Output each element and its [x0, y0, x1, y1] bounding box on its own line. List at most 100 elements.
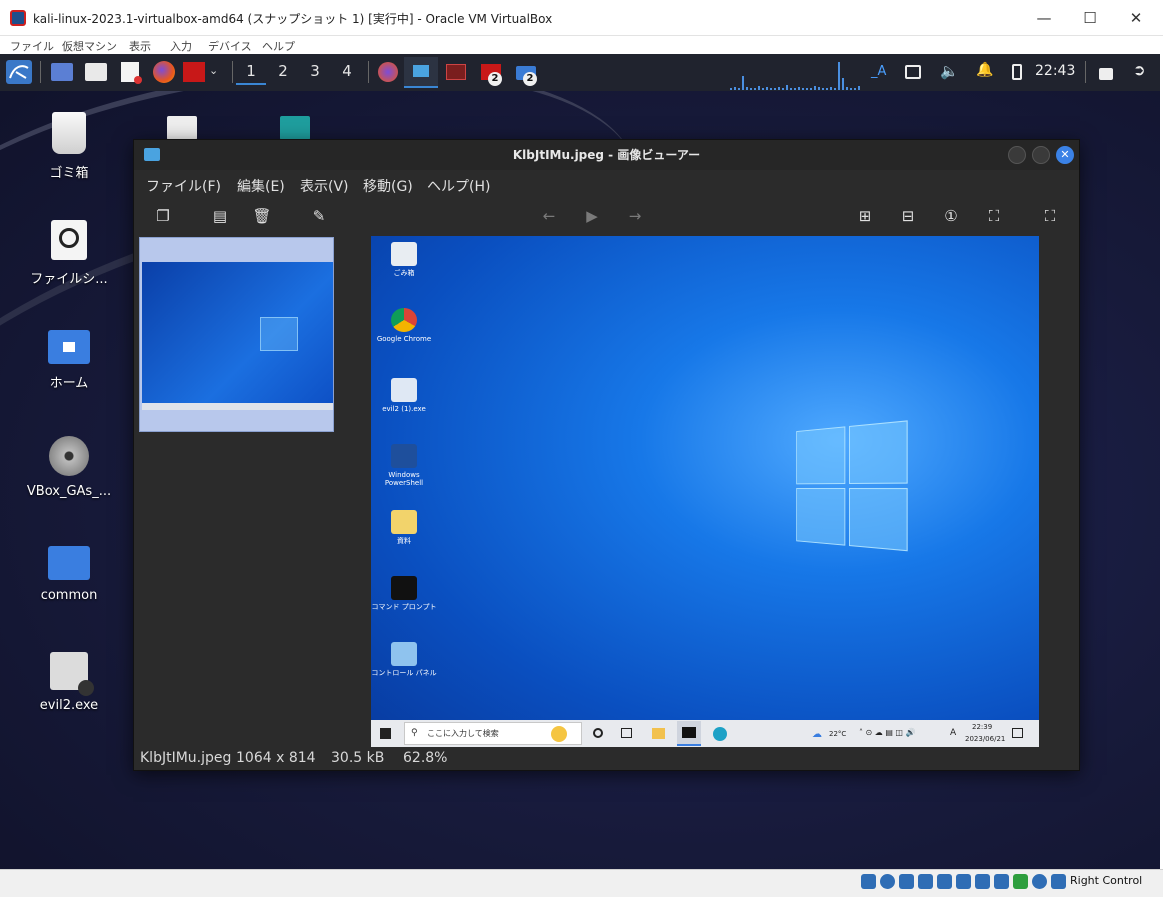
maximize-button[interactable]: ☐: [1067, 0, 1113, 36]
workspace-3[interactable]: 3: [300, 60, 330, 85]
text-editor-icon[interactable]: [121, 62, 142, 84]
network-graph-bar: [782, 88, 784, 90]
viewer-menu-view[interactable]: 表示(V): [300, 176, 349, 196]
explorer-icon: [652, 728, 665, 739]
edit-pencil-icon[interactable]: ✎: [309, 206, 329, 226]
save-icon[interactable]: ▤: [210, 206, 230, 226]
close-button[interactable]: ✕: [1113, 0, 1159, 36]
viewer-maximize-button[interactable]: [1032, 146, 1050, 164]
win-taskbar: ⚲ ここに入力して検索 ☁ 22°C ˄ ⊙ ☁ ▤ ◫ 🔊 A 22:39 2…: [371, 720, 1039, 747]
arrow-left-icon[interactable]: ←: [539, 206, 559, 226]
archive-icon[interactable]: [280, 116, 310, 140]
virtualbox-app-icon: [10, 10, 26, 26]
menu-input[interactable]: 入力: [170, 38, 192, 54]
firefox-icon[interactable]: [153, 61, 175, 83]
copy-icon[interactable]: ❐: [153, 206, 173, 226]
network-graph-bar: [850, 88, 852, 90]
displayed-image[interactable]: ごみ箱 Google Chrome evil2 (1).exe Windows …: [371, 236, 1039, 747]
task-firefox-icon[interactable]: [378, 62, 398, 82]
viewer-close-button[interactable]: ✕: [1056, 146, 1074, 164]
viewer-menu-go[interactable]: 移動(G): [363, 176, 413, 196]
terminal-icon[interactable]: [183, 62, 205, 82]
menu-file[interactable]: ファイル: [10, 38, 54, 54]
thumbnail-selected[interactable]: [139, 237, 334, 432]
usb-icon[interactable]: [937, 874, 952, 889]
task-terminal-icon[interactable]: [446, 64, 466, 80]
zoom-out-icon[interactable]: ⊟: [898, 206, 918, 226]
zoom-in-icon[interactable]: ⊞: [855, 206, 875, 226]
network-graph-bar: [830, 87, 832, 90]
panel-clock[interactable]: 22:43: [1035, 63, 1075, 79]
shared-folder-icon[interactable]: [956, 874, 971, 889]
workspace-1[interactable]: 1: [236, 60, 266, 85]
desktop-icon-vbox-gas[interactable]: VBox_GAs_...: [14, 436, 124, 499]
battery-icon[interactable]: [1012, 64, 1022, 80]
network-graph-bar: [806, 88, 808, 90]
menu-devices[interactable]: デバイス: [208, 38, 252, 54]
keyboard-capture-icon[interactable]: [1051, 874, 1066, 889]
desktop-icon-trash[interactable]: ゴミ箱: [14, 112, 124, 181]
keyboard-layout-indicator[interactable]: _A: [871, 64, 886, 79]
desktop-icon-home[interactable]: ホーム: [14, 330, 124, 391]
network-graph-bar: [746, 87, 748, 90]
fullscreen-icon[interactable]: ⛶: [1040, 206, 1060, 226]
viewer-toolbar: ❐ ▤ 🗑 ✎ ← ▶ → ⊞ ⊟ ① ⛶ ⛶: [134, 198, 1079, 234]
zoom-100-icon[interactable]: ①: [941, 206, 961, 226]
recording-icon[interactable]: [994, 874, 1009, 889]
desktop-icon-common[interactable]: common: [14, 546, 124, 603]
network-adapter-icon[interactable]: [918, 874, 933, 889]
network-graph: [730, 62, 860, 90]
kali-menu-icon[interactable]: [6, 60, 32, 84]
lock-screen-icon[interactable]: [1099, 68, 1113, 80]
win-desktop-icon-cmd: コマンド プロンプト: [371, 576, 437, 611]
menu-help[interactable]: ヘルプ: [262, 38, 295, 54]
display-icon[interactable]: [975, 874, 990, 889]
play-icon[interactable]: ▶: [582, 206, 602, 226]
chevron-down-icon[interactable]: ⌄: [209, 64, 223, 88]
thumbnail-image: [142, 262, 333, 410]
viewer-menu-edit[interactable]: 編集(E): [237, 176, 285, 196]
thumbnail-taskbar: [142, 403, 333, 410]
show-desktop-icon[interactable]: [51, 63, 73, 81]
recycle-bin-icon: [391, 242, 417, 266]
viewer-menu-file[interactable]: ファイル(F): [146, 176, 221, 196]
arrow-right-icon[interactable]: →: [625, 206, 645, 226]
status-filename: KlbJtIMu.jpeg: [140, 750, 232, 766]
workspace-2[interactable]: 2: [268, 60, 298, 85]
optical-drive-icon[interactable]: [880, 874, 895, 889]
desktop-icon-label: VBox_GAs_...: [26, 484, 112, 499]
delete-icon[interactable]: 🗑: [252, 206, 272, 226]
hdd-icon[interactable]: [861, 874, 876, 889]
network-graph-bar: [778, 87, 780, 90]
exe-locked-icon: [50, 652, 94, 696]
network-graph-bar: [754, 88, 756, 90]
desktop-icon-evil2[interactable]: evil2.exe: [14, 652, 124, 713]
viewer-minimize-button[interactable]: [1008, 146, 1026, 164]
exe-icon: [391, 378, 417, 402]
minimize-button[interactable]: —: [1021, 0, 1067, 36]
control-panel-icon: [391, 642, 417, 666]
network-icon[interactable]: [905, 65, 921, 79]
mouse-integration-icon[interactable]: [1032, 874, 1047, 889]
network-graph-bar: [822, 88, 824, 90]
network-graph-bar: [818, 87, 820, 90]
file-manager-icon[interactable]: [85, 63, 107, 81]
folder-icon: [48, 546, 90, 580]
document-icon[interactable]: [167, 116, 197, 140]
menu-machine[interactable]: 仮想マシン: [62, 38, 117, 54]
cortana-icon: [593, 728, 603, 738]
windows-logo: [796, 420, 912, 556]
volume-icon[interactable]: 🔈: [940, 62, 959, 86]
desktop-icon-filesystem[interactable]: ファイルシ...: [14, 220, 124, 287]
task-image-viewer[interactable]: [404, 57, 438, 88]
audio-icon[interactable]: [899, 874, 914, 889]
zoom-fit-icon[interactable]: ⛶: [984, 206, 1004, 226]
cpu-icon[interactable]: [1013, 874, 1028, 889]
tray-date: 2023/06/21: [965, 735, 1006, 743]
workspace-4[interactable]: 4: [332, 60, 362, 85]
menu-view[interactable]: 表示: [129, 38, 151, 54]
viewer-menu-help[interactable]: ヘルプ(H): [427, 176, 490, 196]
status-dimensions: 1064 x 814: [236, 750, 316, 766]
notification-bell-icon[interactable]: 🔔: [976, 62, 993, 86]
logout-icon[interactable]: ➲: [1133, 61, 1149, 85]
